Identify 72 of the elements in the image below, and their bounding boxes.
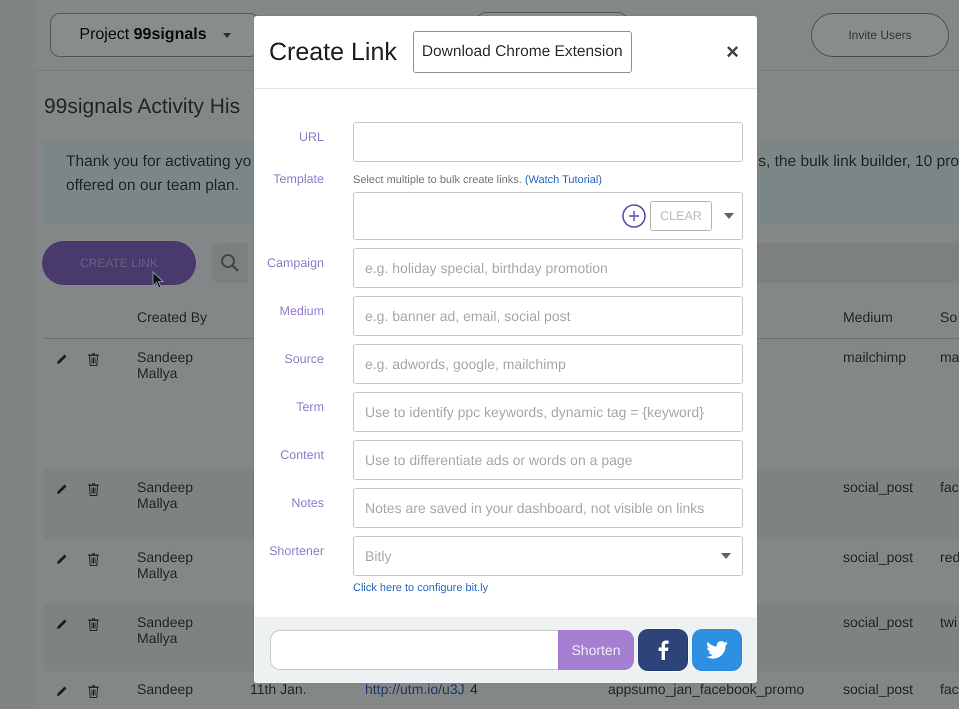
- pencil-icon[interactable]: [56, 353, 68, 365]
- banner-text: s, the bulk link builder, 10 pro: [758, 152, 959, 172]
- field-label: Shortener: [269, 544, 324, 558]
- pointer-icon: [152, 271, 164, 289]
- text-field[interactable]: Notes are saved in your dashboard, not visible on links: [353, 488, 743, 528]
- trash-icon[interactable]: [88, 685, 99, 698]
- table-cell: 4: [470, 681, 478, 697]
- field-label: Content: [280, 448, 324, 462]
- table-cell: mailchimp: [843, 349, 906, 365]
- table-cell: Sandeep Mallya: [137, 479, 194, 511]
- table-cell: 11th Jan.: [250, 681, 307, 697]
- link-cell[interactable]: http://utm.io/u3J: [365, 681, 465, 697]
- table-cell: twi: [940, 614, 958, 630]
- table-cell: social_post: [843, 549, 914, 565]
- text-field[interactable]: e.g. holiday special, birthday promotion: [353, 248, 743, 288]
- caret-icon: [222, 32, 231, 38]
- pencil-icon[interactable]: [56, 618, 68, 630]
- table-cell: Sandeep Mallya: [137, 549, 194, 581]
- template-select[interactable]: CLEAR: [353, 192, 743, 240]
- table-cell: red: [940, 549, 959, 565]
- invite-users-button[interactable]: Invite Users: [811, 13, 949, 57]
- clear-button[interactable]: CLEAR: [650, 201, 712, 231]
- table-cell: social_post: [843, 614, 914, 630]
- facebook-icon: [658, 640, 668, 660]
- text-field[interactable]: e.g. adwords, google, mailchimp: [353, 344, 743, 384]
- field-label: URL: [298, 130, 324, 144]
- text-field[interactable]: e.g. banner ad, email, social post: [353, 296, 743, 336]
- table-cell: social_post: [843, 479, 914, 495]
- template-hint: Select multiple to bulk create links. (Watch Tutorial): [353, 174, 604, 186]
- field-label: Campaign: [267, 256, 324, 270]
- download-extension-button[interactable]: Download Chrome Extension: [412, 31, 632, 73]
- search-icon[interactable]: [220, 253, 240, 273]
- pencil-icon[interactable]: [56, 483, 68, 495]
- text-field[interactable]: [353, 122, 743, 162]
- field-label: Medium: [280, 304, 324, 318]
- column-header: Created By: [137, 309, 208, 325]
- shortener-select[interactable]: Bitly: [353, 536, 743, 576]
- close-button[interactable]: ×: [722, 39, 743, 65]
- column-header: Medium: [843, 309, 893, 325]
- shorten-button[interactable]: Shorten: [558, 630, 634, 670]
- table-cell: social_post: [843, 681, 914, 697]
- short-link-field[interactable]: [270, 630, 558, 670]
- dialog-title: Create Link: [269, 38, 397, 66]
- bird-icon: [706, 641, 728, 659]
- pencil-icon[interactable]: [56, 553, 68, 565]
- field-label: Source: [284, 352, 324, 366]
- watch-tutorial-link[interactable]: (Watch Tutorial): [524, 174, 602, 186]
- banner-text: Thank you for activating yo: [66, 152, 252, 172]
- pencil-icon[interactable]: [56, 685, 68, 697]
- field-label: Notes: [291, 496, 324, 510]
- add-icon[interactable]: [622, 204, 646, 228]
- trash-icon[interactable]: [88, 353, 99, 366]
- text-field[interactable]: Use to identify ppc keywords, dynamic tag = {keyword}: [353, 392, 743, 432]
- table-cell: Sandeep: [137, 681, 194, 697]
- field-label: Template: [273, 172, 324, 186]
- field-label: Term: [296, 400, 324, 414]
- facebook-share-button[interactable]: [638, 629, 688, 671]
- caret-icon: [721, 553, 731, 559]
- trash-icon[interactable]: [88, 618, 99, 631]
- table-cell: fac: [940, 681, 959, 697]
- banner-text: offered on our team plan.: [66, 176, 240, 196]
- caret-icon: [724, 213, 734, 219]
- table-cell: appsumo_jan_facebook_promo: [608, 681, 804, 697]
- trash-icon[interactable]: [88, 553, 99, 566]
- text-field[interactable]: Use to differentiate ads or words on a page: [353, 440, 743, 480]
- table-cell: Sandeep Mallya: [137, 614, 194, 646]
- table-cell: Sandeep Mallya: [137, 349, 194, 381]
- table-cell: fac: [940, 479, 959, 495]
- column-header: So: [940, 309, 958, 325]
- page-title: 99signals Activity His: [44, 95, 242, 120]
- trash-icon[interactable]: [88, 483, 99, 496]
- configure-bitly-link[interactable]: Click here to configure bit.ly: [353, 582, 488, 594]
